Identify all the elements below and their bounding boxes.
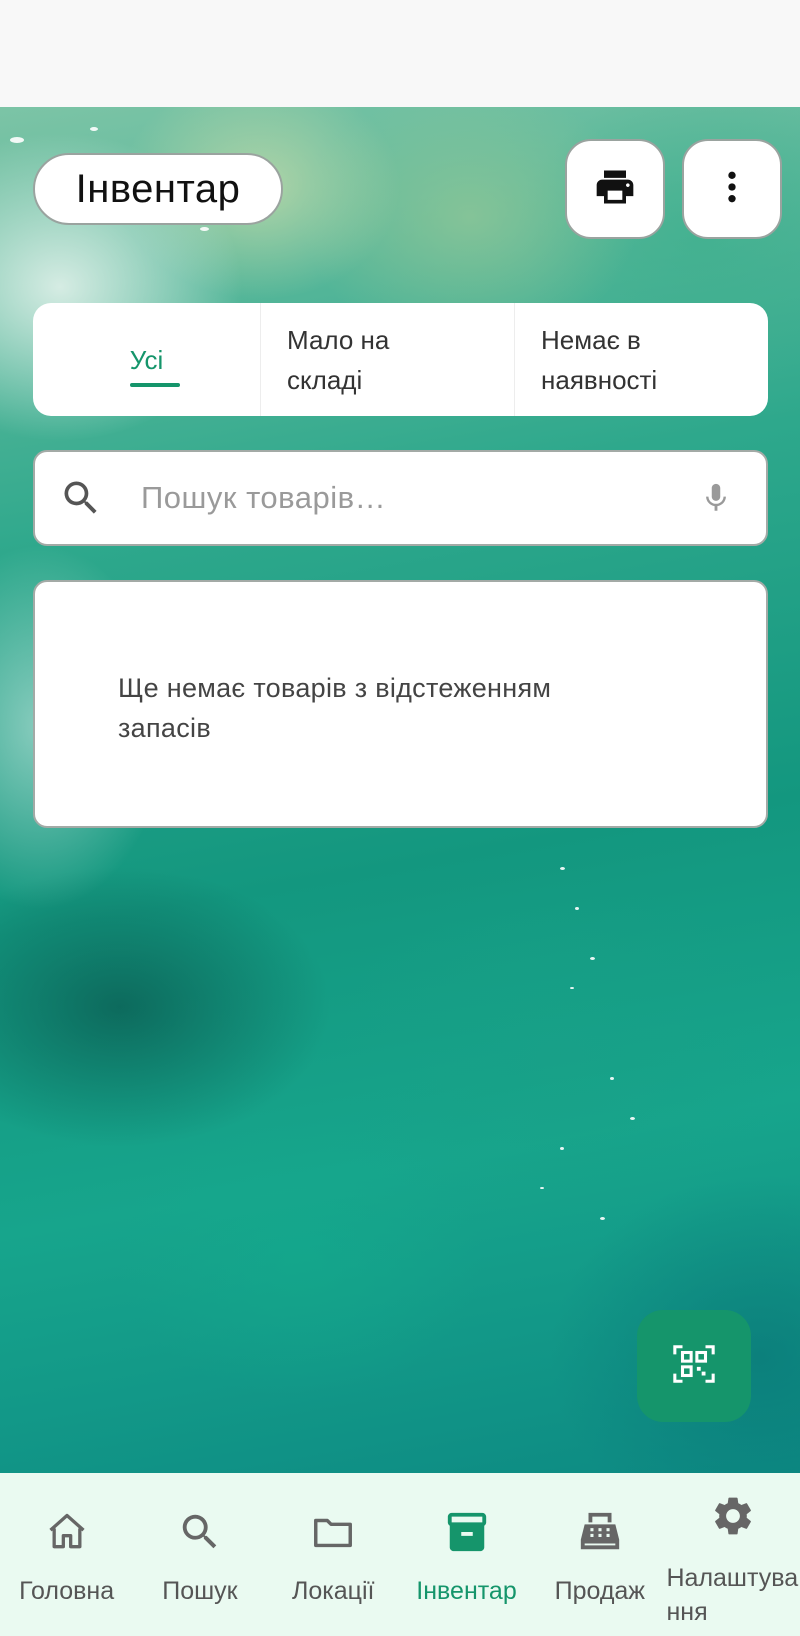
inventory-box-icon bbox=[444, 1509, 490, 1555]
nav-label: Налаштування bbox=[666, 1564, 799, 1626]
home-icon bbox=[44, 1509, 90, 1555]
nav-label: Локації bbox=[291, 1577, 375, 1605]
more-vert-icon bbox=[712, 167, 752, 212]
nav-label: Інвентар bbox=[416, 1577, 517, 1605]
more-options-button[interactable] bbox=[682, 139, 782, 239]
nav-item-inventory[interactable]: Інвентар bbox=[400, 1473, 533, 1636]
tab-all[interactable]: Усі bbox=[33, 303, 260, 416]
empty-state-message: Ще немає товарів з відстеженням запасів bbox=[118, 673, 552, 743]
page-title: Інвентар bbox=[75, 166, 241, 211]
nav-item-locations[interactable]: Локації bbox=[267, 1473, 400, 1636]
tab-label: Немає в наявності bbox=[541, 324, 658, 395]
tab-out-of-stock[interactable]: Немає в наявності bbox=[514, 303, 768, 416]
cash-register-icon bbox=[577, 1509, 623, 1555]
nav-item-sales[interactable]: Продаж bbox=[533, 1473, 666, 1636]
nav-item-settings[interactable]: Налаштування bbox=[666, 1473, 799, 1636]
search-icon bbox=[59, 476, 117, 520]
print-icon bbox=[593, 165, 637, 214]
nav-item-home[interactable]: Головна bbox=[0, 1473, 133, 1636]
search-bar[interactable]: Пошук товарів… bbox=[33, 450, 768, 546]
print-button[interactable] bbox=[565, 139, 665, 239]
gear-icon bbox=[710, 1493, 756, 1539]
filter-tabs: Усі Мало на складі Немає в наявності bbox=[33, 303, 768, 416]
search-input[interactable]: Пошук товарів… bbox=[141, 480, 696, 516]
scan-qr-button[interactable] bbox=[637, 1310, 751, 1422]
search-icon bbox=[177, 1509, 223, 1555]
nav-label: Пошук bbox=[162, 1577, 238, 1605]
status-bar-area bbox=[0, 0, 800, 107]
page-title-chip: Інвентар bbox=[33, 153, 283, 225]
tab-label: Усі bbox=[129, 344, 164, 375]
nav-label: Продаж bbox=[554, 1577, 646, 1605]
empty-state-card: Ще немає товарів з відстеженням запасів bbox=[33, 580, 768, 828]
folder-icon bbox=[310, 1509, 356, 1555]
microphone-icon[interactable] bbox=[696, 481, 736, 515]
nav-item-search[interactable]: Пошук bbox=[133, 1473, 266, 1636]
active-tab-indicator bbox=[130, 383, 180, 387]
qr-scan-icon bbox=[671, 1341, 717, 1392]
tab-label: Мало на складі bbox=[287, 324, 390, 395]
tab-low-stock[interactable]: Мало на складі bbox=[260, 303, 514, 416]
bottom-navigation: Головна Пошук Локації Інвентар Продаж На… bbox=[0, 1473, 800, 1636]
nav-label: Головна bbox=[19, 1577, 115, 1605]
